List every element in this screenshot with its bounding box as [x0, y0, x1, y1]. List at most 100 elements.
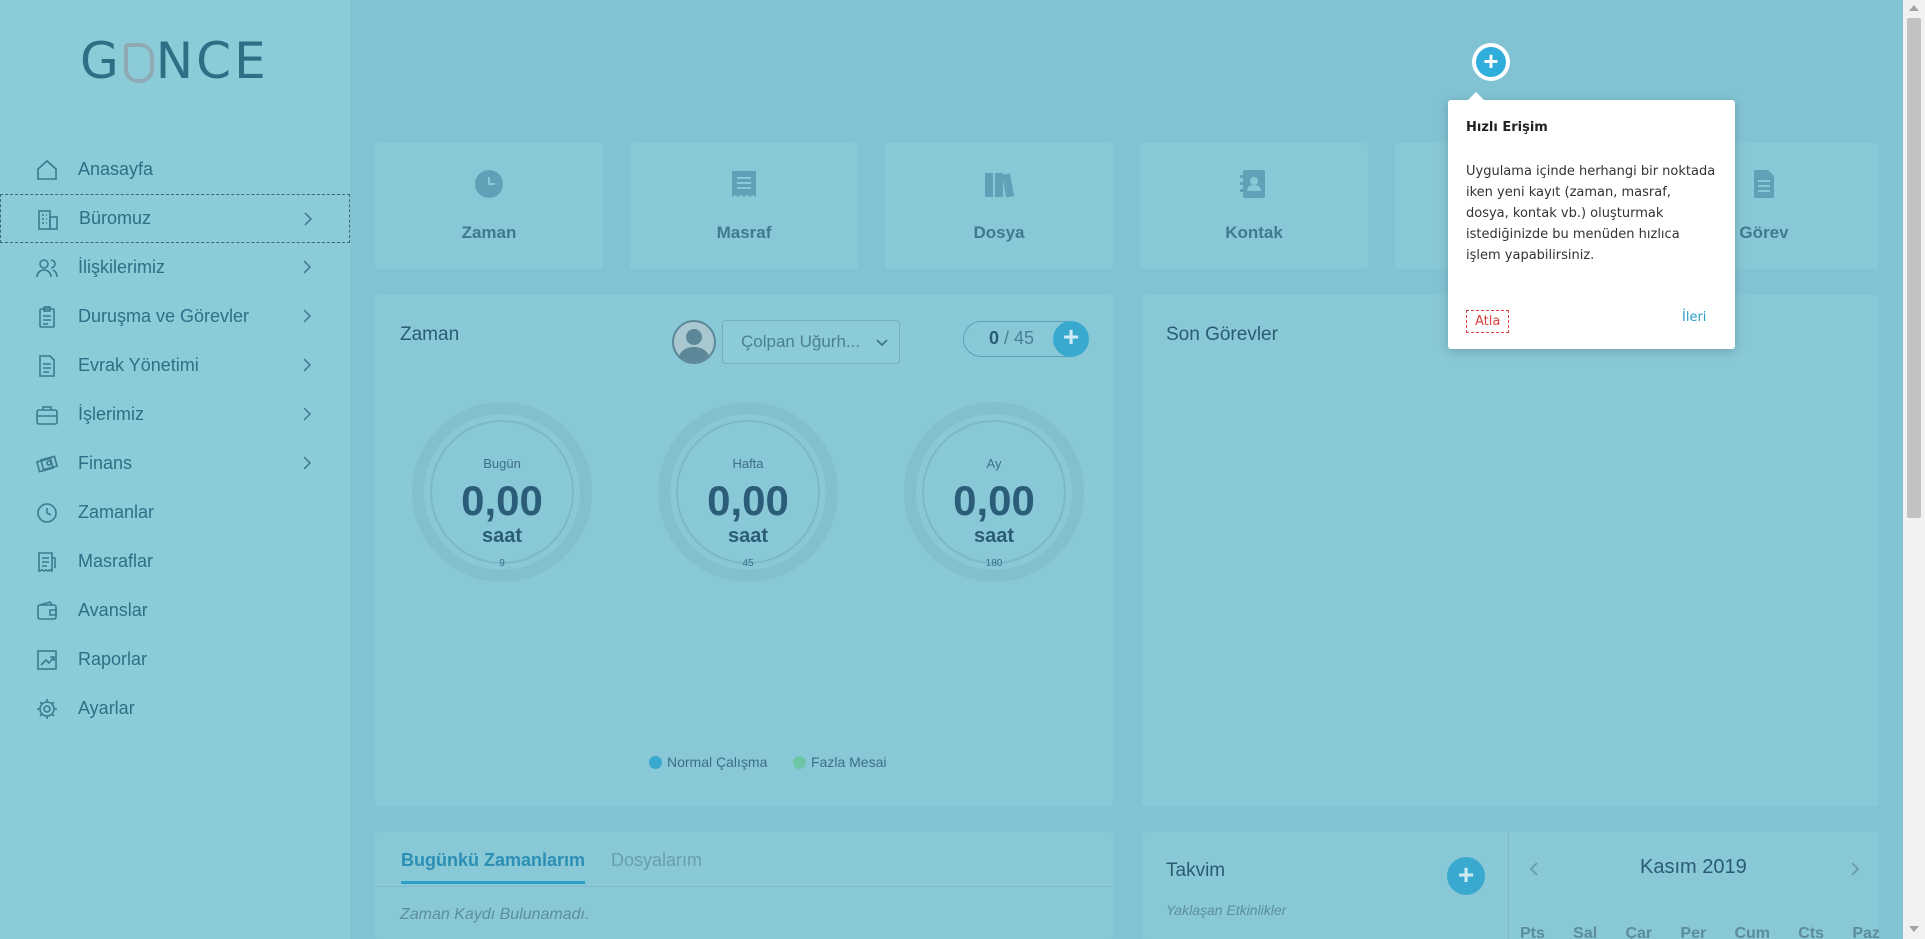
gauge-value: 0,00 — [461, 477, 543, 524]
user-select[interactable]: Çolpan Uğurh... — [722, 320, 900, 364]
chevron-right-icon — [303, 309, 312, 323]
sidebar-nav: Anasayfa Büromuz İlişkilerimiz Duruşma v… — [0, 145, 350, 733]
sidebar-item-label: Duruşma ve Görevler — [78, 306, 250, 326]
takvim-subtitle: Yaklaşan Etkinlikler — [1166, 902, 1287, 918]
gauge-label: Hafta — [732, 456, 764, 471]
chevron-right-icon — [303, 260, 312, 274]
chevron-right-icon — [304, 212, 313, 226]
contact-book-icon — [1240, 170, 1265, 198]
scrollbar-thumb[interactable] — [1907, 18, 1921, 518]
add-event-button[interactable]: + — [1447, 857, 1485, 895]
takvim-title: Takvim — [1166, 860, 1226, 881]
home-icon — [37, 159, 57, 180]
user-select-value: Çolpan Uğurh... — [741, 332, 861, 351]
tooltip-body: Uygulama içinde herhangi bir noktada ike… — [1466, 164, 1716, 263]
chevron-right-icon — [303, 407, 312, 421]
tab-divider — [375, 886, 1113, 887]
sidebar-item-buromuz[interactable]: Büromuz — [0, 194, 350, 243]
tooltip-title: Hızlı Erişim — [1466, 120, 1548, 135]
sidebar-item-ayarlar[interactable]: Ayarlar — [0, 684, 350, 733]
chevron-right-icon — [303, 456, 312, 470]
logo-text-end: NCE — [155, 32, 269, 90]
quick-card-zaman[interactable]: Zaman — [375, 143, 603, 269]
counter-total: 45 — [1014, 328, 1035, 348]
legend-dot — [649, 755, 662, 769]
users-icon — [36, 259, 58, 278]
books-icon — [985, 173, 1014, 198]
gauge-label: Ay — [986, 456, 1002, 471]
skip-button[interactable]: Atla — [1466, 310, 1510, 333]
chart-icon — [37, 650, 57, 670]
sidebar-item-raporlar[interactable]: Raporlar — [0, 635, 350, 684]
gauge-target: 180 — [985, 558, 1003, 569]
legend-normal: Normal Çalışma — [649, 754, 767, 770]
quick-access-tooltip: Hızlı Erişim Uygulama içinde herhangi bi… — [1448, 92, 1735, 349]
clipboard-icon — [39, 306, 55, 328]
clock-icon — [37, 503, 57, 523]
calendar-prev-icon[interactable] — [1528, 860, 1540, 878]
gauge-ay: Ay 0,00 saat 180 — [904, 402, 1084, 582]
quick-card-masraf[interactable]: Masraf — [630, 143, 858, 269]
sidebar-item-label: Avanslar — [78, 600, 148, 620]
quick-card-dosya[interactable]: Dosya — [885, 143, 1113, 269]
scroll-down-icon[interactable] — [1909, 926, 1919, 932]
scroll-up-icon[interactable] — [1909, 5, 1919, 11]
gear-icon — [37, 699, 57, 719]
sidebar-item-label: Ayarlar — [78, 698, 135, 718]
sidebar: G NCE Anasayfa Büromuz İlişkilerimiz Dur… — [0, 0, 350, 939]
building-icon — [38, 210, 58, 230]
logo[interactable]: G NCE — [80, 32, 269, 90]
tab-bugunku-zamanlarim[interactable]: Bugünkü Zamanlarım — [401, 850, 586, 884]
quick-card-label: Kontak — [1225, 223, 1283, 242]
sidebar-item-label: Finans — [78, 453, 133, 473]
sidebar-item-durusma-ve-gorevler[interactable]: Duruşma ve Görevler — [0, 292, 350, 341]
sidebar-item-avanslar[interactable]: Avanslar — [0, 586, 350, 635]
task-document-icon — [1754, 170, 1774, 198]
legend-dot — [793, 755, 806, 769]
calendar-month: Kasım 2019 — [1640, 856, 1747, 878]
weekday: Per — [1680, 925, 1707, 939]
sidebar-item-label: Evrak Yönetimi — [78, 355, 199, 375]
gauge-unit: saat — [481, 525, 523, 547]
scrollbar[interactable] — [1903, 0, 1925, 939]
sidebar-item-label: Anasayfa — [78, 159, 154, 179]
next-button[interactable]: İleri — [1682, 310, 1706, 325]
takvim-card — [1142, 832, 1879, 939]
chevron-down-icon — [876, 339, 888, 347]
quick-card-kontak[interactable]: Kontak — [1140, 143, 1368, 269]
briefcase-icon — [36, 406, 58, 425]
gauge-target: 9 — [499, 558, 505, 569]
sidebar-item-evrak-yonetimi[interactable]: Evrak Yönetimi — [0, 341, 350, 390]
money-icon — [35, 455, 59, 473]
tab-dosyalarim[interactable]: Dosyalarım — [611, 850, 702, 871]
sidebar-item-iliskilerimiz[interactable]: İlişkilerimiz — [0, 243, 350, 292]
sidebar-item-masraflar[interactable]: Masraflar — [0, 537, 350, 586]
document-icon — [39, 355, 55, 377]
quick-card-label: Masraf — [716, 223, 772, 242]
legend-fazla: Fazla Mesai — [793, 754, 886, 770]
quick-access-button[interactable]: + — [1472, 43, 1510, 81]
zaman-card-title: Zaman — [400, 324, 460, 345]
sidebar-item-finans[interactable]: Finans — [0, 439, 350, 488]
weekday: Pts — [1520, 925, 1545, 939]
weekday: Çar — [1625, 925, 1653, 939]
gauge-target: 45 — [742, 558, 754, 569]
sidebar-item-label: İlişkilerimiz — [78, 257, 165, 277]
legend-label: Fazla Mesai — [811, 754, 887, 770]
sidebar-item-zamanlar[interactable]: Zamanlar — [0, 488, 350, 537]
sidebar-item-label: Raporlar — [78, 649, 148, 669]
avatar — [672, 320, 716, 364]
son-gorevler-card — [1142, 295, 1879, 806]
add-time-button[interactable]: + — [1053, 321, 1089, 357]
weekday: Sal — [1573, 925, 1598, 939]
wallet-icon — [37, 601, 57, 620]
empty-state-text: Zaman Kaydı Bulunamadı. — [400, 906, 590, 923]
weekday: Cum — [1734, 925, 1771, 939]
counter-current: 0 — [989, 328, 1000, 348]
weekday: Cts — [1798, 925, 1825, 939]
sidebar-item-anasayfa[interactable]: Anasayfa — [0, 145, 350, 194]
receipt-icon — [38, 552, 56, 573]
gauge-value: 0,00 — [707, 477, 789, 524]
calendar-next-icon[interactable] — [1849, 860, 1861, 878]
sidebar-item-islerimiz[interactable]: İşlerimiz — [0, 390, 350, 439]
